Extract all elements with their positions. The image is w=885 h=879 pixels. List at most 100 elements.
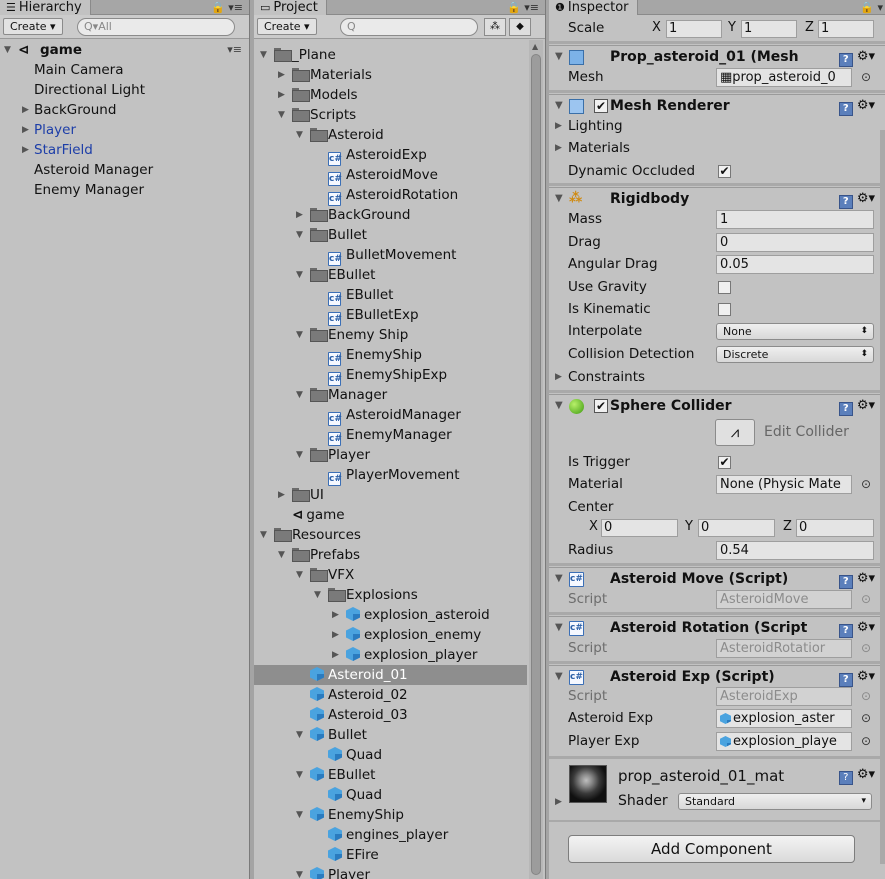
- project-item-prefab[interactable]: ▶ explosion_enemy: [254, 625, 526, 645]
- project-item-prefab[interactable]: ▼ Player: [254, 865, 526, 879]
- expand-arrow-icon[interactable]: ▶: [555, 366, 562, 388]
- help-icon[interactable]: ?: [838, 195, 853, 209]
- enabled-checkbox[interactable]: ✔: [594, 399, 608, 413]
- project-item-prefab[interactable]: EFire: [254, 845, 526, 865]
- physic-material-field[interactable]: None (Physic Mate: [716, 475, 852, 494]
- gear-icon[interactable]: ⚙▾: [857, 98, 875, 113]
- center-y-field[interactable]: 0: [698, 519, 775, 537]
- object-picker-icon[interactable]: ⊙: [861, 730, 871, 752]
- collapse-arrow-icon[interactable]: ▼: [278, 105, 285, 125]
- project-item-script[interactable]: c# EnemyManager: [254, 425, 526, 446]
- gear-icon[interactable]: ⚙▾: [857, 191, 875, 206]
- collapse-arrow-icon[interactable]: ▼: [260, 45, 267, 65]
- project-item-folder[interactable]: ▼ EBullet: [254, 265, 526, 285]
- project-scrollbar[interactable]: ▲: [529, 40, 543, 879]
- edit-collider-button[interactable]: ⩘: [715, 419, 755, 446]
- project-item-scene[interactable]: ⊲ game: [254, 505, 526, 525]
- collapse-arrow-icon[interactable]: ▼: [555, 46, 563, 68]
- collapse-arrow-icon[interactable]: ▼: [296, 565, 303, 585]
- collapse-arrow-icon[interactable]: ▼: [555, 95, 563, 117]
- expand-arrow-icon[interactable]: ▶: [296, 205, 303, 225]
- gear-icon[interactable]: ⚙▾: [857, 620, 875, 635]
- project-item-script[interactable]: c# AsteroidMove: [254, 165, 526, 186]
- project-item-prefab[interactable]: Asteroid_02: [254, 685, 526, 705]
- project-item-folder[interactable]: ▼ Prefabs: [254, 545, 526, 565]
- inspector-scrollbar[interactable]: [880, 130, 885, 864]
- gear-icon[interactable]: ⚙▾: [857, 49, 875, 64]
- hierarchy-item[interactable]: Directional Light: [34, 80, 145, 100]
- project-item-folder[interactable]: ▶ Models: [254, 85, 526, 105]
- project-item-script[interactable]: c# EnemyShip: [254, 345, 526, 366]
- expand-arrow-icon[interactable]: ▶: [22, 125, 29, 135]
- gear-icon[interactable]: ⚙▾: [857, 398, 875, 413]
- lock-icon[interactable]: 🔒 ▾≡: [211, 0, 243, 15]
- expand-arrow-icon[interactable]: ▶: [278, 485, 285, 505]
- collision-detection-dropdown[interactable]: Discrete ⬍: [716, 346, 874, 363]
- collapse-arrow-icon[interactable]: ▼: [555, 617, 563, 639]
- project-item-prefab[interactable]: Quad: [254, 745, 526, 765]
- project-item-folder[interactable]: ▼ Explosions: [254, 585, 526, 605]
- project-item-folder[interactable]: ▼ Enemy Ship: [254, 325, 526, 345]
- project-item-folder[interactable]: ▼ Player: [254, 445, 526, 465]
- project-item-prefab[interactable]: ▼ EBullet: [254, 765, 526, 785]
- collapse-arrow-icon[interactable]: ▼: [278, 545, 285, 565]
- expand-arrow-icon[interactable]: ▶: [332, 645, 339, 665]
- lock-icon[interactable]: 🔒 ▾≡: [507, 0, 539, 15]
- hierarchy-item-prefab[interactable]: Player: [34, 120, 76, 140]
- hierarchy-item[interactable]: BackGround: [34, 100, 116, 120]
- expand-arrow-icon[interactable]: ▶: [278, 65, 285, 85]
- help-icon[interactable]: ?: [838, 53, 853, 67]
- project-item-script[interactable]: c# BulletMovement: [254, 245, 526, 266]
- radius-field[interactable]: 0.54: [716, 541, 874, 560]
- asteroid-exp-header[interactable]: ▼ c# Asteroid Exp (Script) ? ⚙▾: [549, 665, 885, 687]
- filter-by-label-icon[interactable]: ◆: [509, 18, 531, 36]
- project-item-folder[interactable]: ▶ Materials: [254, 65, 526, 85]
- collapse-arrow-icon[interactable]: ▼: [296, 445, 303, 465]
- expand-arrow-icon[interactable]: ▼: [4, 40, 11, 60]
- asteroid-rotation-header[interactable]: ▼ c# Asteroid Rotation (Script ? ⚙▾: [549, 616, 885, 638]
- project-item-prefab[interactable]: Asteroid_01: [254, 665, 526, 685]
- use-gravity-checkbox[interactable]: [718, 281, 731, 294]
- shader-dropdown[interactable]: Standard ▾: [678, 793, 872, 810]
- project-item-folder[interactable]: ▼ Bullet: [254, 225, 526, 245]
- rigidbody-header[interactable]: ▼ ⁂ Rigidbody ? ⚙▾: [549, 187, 885, 209]
- project-item-prefab[interactable]: Asteroid_03: [254, 705, 526, 725]
- is-kinematic-checkbox[interactable]: [718, 303, 731, 316]
- object-picker-icon[interactable]: ⊙: [861, 473, 871, 495]
- gear-icon[interactable]: ⚙▾: [857, 767, 875, 782]
- project-item-folder[interactable]: ▶ UI: [254, 485, 526, 505]
- expand-arrow-icon[interactable]: ▶: [555, 137, 562, 159]
- project-item-folder[interactable]: ▼ _Plane: [254, 45, 526, 65]
- dynamic-occluded-checkbox[interactable]: ✔: [718, 165, 731, 178]
- collapse-arrow-icon[interactable]: ▼: [314, 585, 321, 605]
- project-item-prefab[interactable]: Quad: [254, 785, 526, 805]
- hierarchy-item-prefab[interactable]: StarField: [34, 140, 93, 160]
- expand-arrow-icon[interactable]: ▶: [555, 115, 562, 137]
- filter-by-type-icon[interactable]: ⁂: [484, 18, 506, 36]
- scale-z-field[interactable]: 1: [818, 20, 874, 38]
- project-item-folder[interactable]: ▼ Scripts: [254, 105, 526, 125]
- scroll-thumb[interactable]: [531, 54, 541, 875]
- project-item-script[interactable]: c# EBulletExp: [254, 305, 526, 326]
- project-item-folder[interactable]: ▼ Resources: [254, 525, 526, 545]
- collapse-arrow-icon[interactable]: ▼: [296, 125, 303, 145]
- scale-x-field[interactable]: 1: [666, 20, 722, 38]
- sphere-collider-header[interactable]: ▼ ✔ Sphere Collider ? ⚙▾: [549, 394, 885, 416]
- tab-inspector[interactable]: ❶ Inspector: [549, 0, 638, 15]
- project-item-script[interactable]: c# AsteroidRotation: [254, 185, 526, 206]
- expand-arrow-icon[interactable]: ▶: [555, 797, 562, 807]
- search-input[interactable]: Q: [340, 18, 478, 36]
- asteroid-exp-field[interactable]: explosion_aster: [716, 709, 852, 728]
- center-z-field[interactable]: 0: [796, 519, 874, 537]
- project-item-folder[interactable]: ▼ Asteroid: [254, 125, 526, 145]
- expand-arrow-icon[interactable]: ▶: [278, 85, 285, 105]
- expand-arrow-icon[interactable]: ▶: [332, 605, 339, 625]
- is-trigger-checkbox[interactable]: ✔: [718, 456, 731, 469]
- help-icon[interactable]: ?: [838, 624, 853, 638]
- hierarchy-item[interactable]: Enemy Manager: [34, 180, 144, 200]
- collapse-arrow-icon[interactable]: ▼: [296, 265, 303, 285]
- collapse-arrow-icon[interactable]: ▼: [555, 568, 563, 590]
- project-item-prefab[interactable]: ▼ EnemyShip: [254, 805, 526, 825]
- center-x-field[interactable]: 0: [601, 519, 678, 537]
- mass-field[interactable]: 1: [716, 210, 874, 229]
